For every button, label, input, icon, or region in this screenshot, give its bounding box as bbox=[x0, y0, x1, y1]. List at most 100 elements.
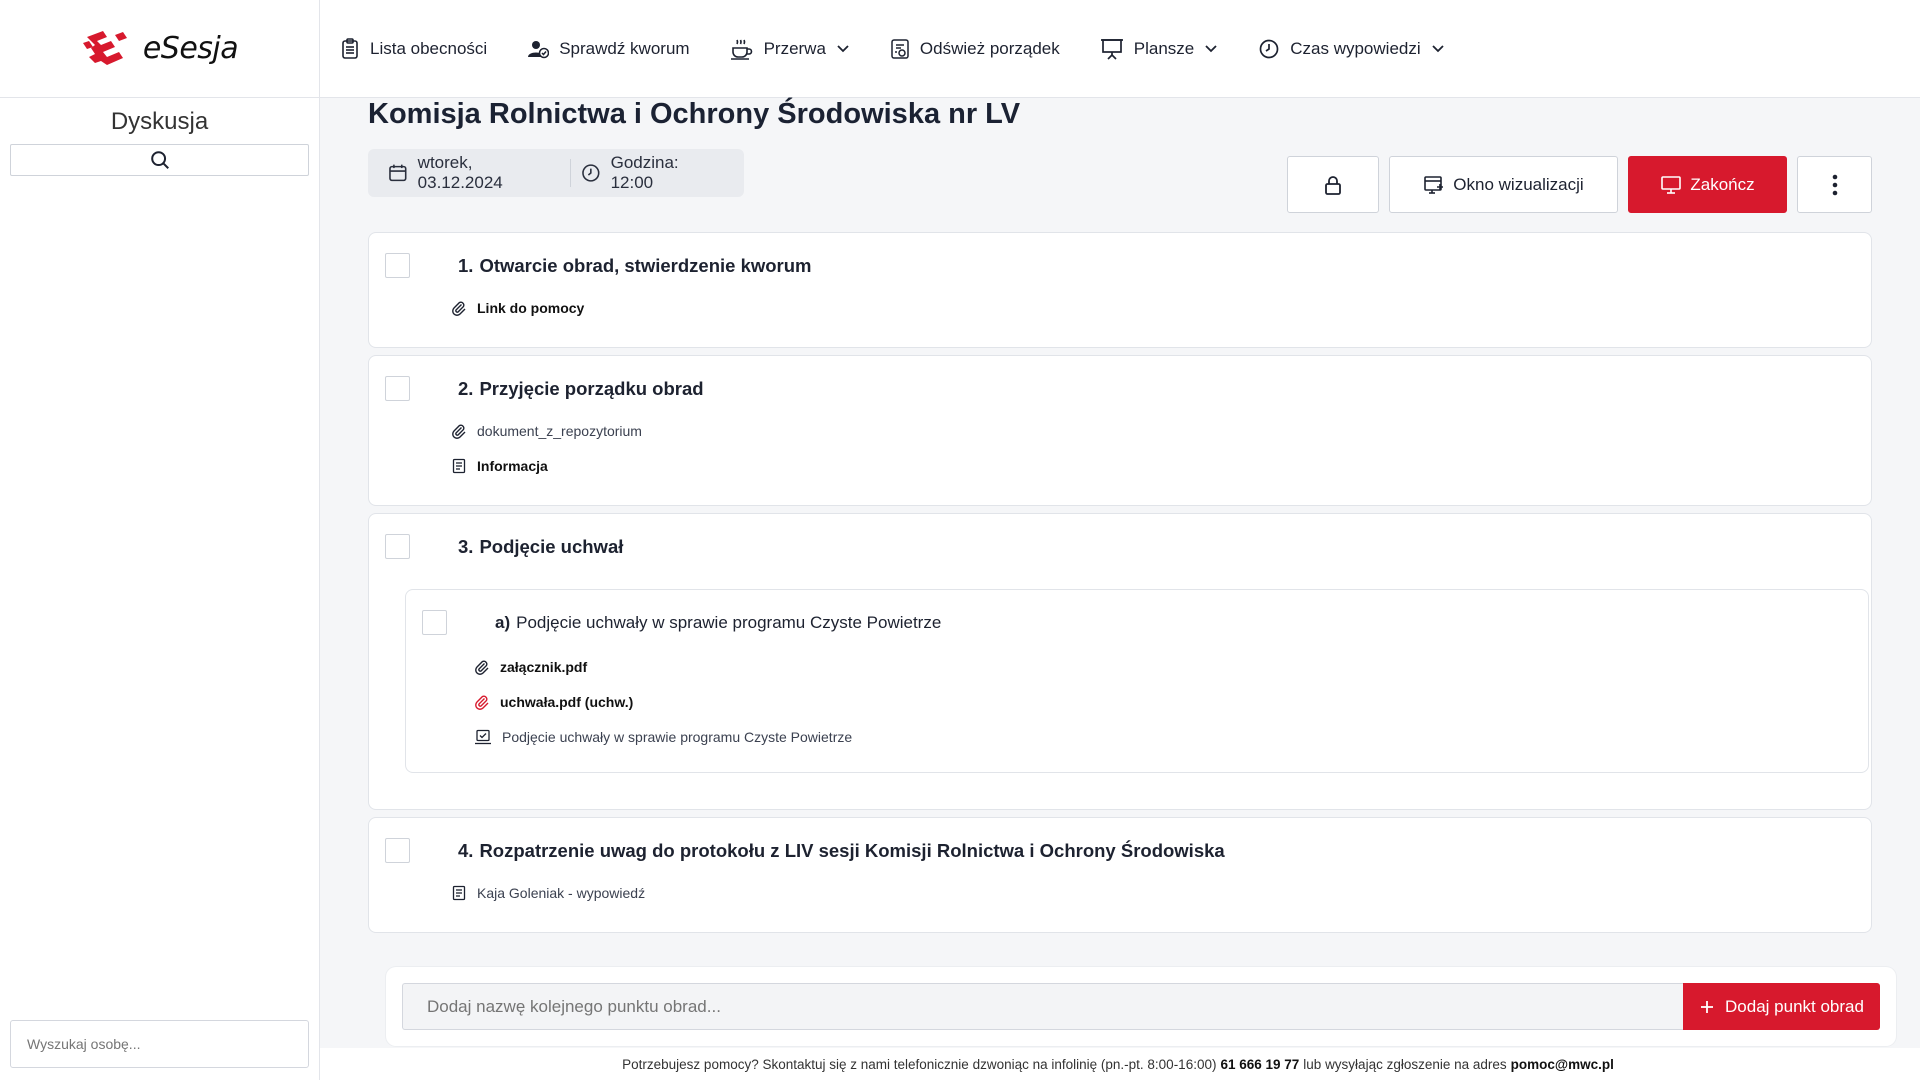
logo[interactable]: eSesja bbox=[81, 27, 239, 71]
attachment-label: załącznik.pdf bbox=[500, 658, 588, 675]
help-footer: Potrzebujesz pomocy? Skontaktuj się z na… bbox=[320, 1048, 1920, 1080]
agenda-item-checkbox[interactable] bbox=[385, 534, 410, 559]
agenda-item-title[interactable]: 2. Przyjęcie porządku obrad bbox=[458, 378, 704, 400]
attachment-label: Informacja bbox=[477, 457, 548, 474]
add-agenda-point-bar: Dodaj punkt obrad bbox=[386, 967, 1896, 1046]
agenda-sub-item: a) Podjęcie uchwały w sprawie programu Cz… bbox=[405, 589, 1869, 773]
attachment-link[interactable]: Informacja bbox=[451, 448, 1855, 483]
vote-link[interactable]: Podjęcie uchwały w sprawie programu Czys… bbox=[474, 719, 1852, 754]
attachment-link[interactable]: Link do pomocy bbox=[451, 290, 1855, 325]
attachment-link[interactable]: Kaja Goleniak - wypowiedź bbox=[451, 875, 1855, 910]
chevron-down-icon bbox=[1432, 44, 1444, 52]
agenda-item-title-text: Przyjęcie porządku obrad bbox=[479, 377, 704, 399]
monitor-icon bbox=[1661, 175, 1682, 194]
footer-text-middle: lub wysyłając zgłoszenie na adres bbox=[1303, 1056, 1507, 1072]
end-session-button[interactable]: Zakończ bbox=[1628, 156, 1787, 213]
paperclip-icon bbox=[475, 660, 489, 675]
paperclip-red-icon bbox=[475, 695, 489, 710]
session-date-text: wtorek, 03.12.2024 bbox=[417, 153, 503, 192]
agenda-sub-item-title-text: Podjęcie uchwały w sprawie programu Czys… bbox=[516, 612, 942, 632]
visualization-label: Okno wizualizacji bbox=[1453, 174, 1584, 194]
agenda-item-title[interactable]: 1. Otwarcie obrad, stwierdzenie kworum bbox=[458, 255, 812, 277]
clock-icon bbox=[1259, 39, 1279, 58]
nav-refresh-agenda[interactable]: Odśwież porządek bbox=[890, 38, 1060, 60]
paperclip-icon bbox=[452, 301, 466, 316]
agenda-item-number: 4. bbox=[458, 839, 474, 861]
plus-icon bbox=[1701, 1000, 1714, 1013]
agenda-item: 1. Otwarcie obrad, stwierdzenie kworum Li… bbox=[368, 232, 1872, 348]
attachment-label: uchwała.pdf (uchw.) bbox=[500, 693, 634, 710]
more-options-button[interactable] bbox=[1797, 156, 1872, 213]
logo-text: eSesja bbox=[142, 31, 239, 66]
nav-label: Czas wypowiedzi bbox=[1290, 38, 1421, 58]
vote-label: Podjęcie uchwały w sprawie programu Czys… bbox=[502, 728, 853, 745]
logo-mark-icon bbox=[82, 30, 127, 65]
clipboard-icon bbox=[342, 37, 358, 59]
main-content: Komisja Rolnictwa i Ochrony Środowiska n… bbox=[368, 98, 1872, 933]
nav-speaking-time[interactable]: Czas wypowiedzi bbox=[1258, 38, 1444, 60]
agenda-point-name-input[interactable] bbox=[402, 983, 1683, 1030]
footer-phone[interactable]: 61 666 19 77 bbox=[1220, 1057, 1299, 1072]
attachment-link[interactable]: załącznik.pdf bbox=[474, 649, 1852, 684]
agenda-item: 3. Podjęcie uchwał a) Podjęcie uchwały w s… bbox=[368, 513, 1872, 810]
agenda-item-checkbox[interactable] bbox=[385, 253, 410, 278]
footer-email[interactable]: pomoc@mwc.pl bbox=[1511, 1057, 1614, 1072]
agenda-sub-item-letter: a) bbox=[495, 612, 511, 632]
top-navigation: Lista obecności Sprawdź kworum Przerwa O… bbox=[320, 0, 1920, 98]
attachment-label: dokument_z_repozytorium bbox=[477, 422, 642, 439]
agenda-item-title[interactable]: 3. Podjęcie uchwał bbox=[458, 536, 623, 558]
agenda-item-checkbox[interactable] bbox=[385, 838, 410, 863]
refresh-list-icon bbox=[891, 38, 909, 59]
user-check-icon bbox=[528, 40, 550, 58]
nav-boards[interactable]: Plansze bbox=[1100, 38, 1218, 60]
agenda-item-title[interactable]: 4. Rozpatrzenie uwag do protokołu z LIV s… bbox=[458, 840, 1225, 862]
attachment-label: Kaja Goleniak - wypowiedź bbox=[477, 884, 646, 901]
nav-label: Lista obecności bbox=[370, 38, 488, 58]
chevron-down-icon bbox=[1205, 44, 1217, 52]
nav-label: Odśwież porządek bbox=[919, 38, 1060, 58]
visualization-window-button[interactable]: Okno wizualizacji bbox=[1389, 156, 1618, 213]
search-icon bbox=[150, 151, 169, 169]
paperclip-icon bbox=[452, 424, 466, 439]
attachment-link[interactable]: uchwała.pdf (uchw.) bbox=[474, 684, 1852, 719]
session-date: wtorek, 03.12.2024 bbox=[388, 153, 560, 193]
agenda-list: 1. Otwarcie obrad, stwierdzenie kworum Li… bbox=[368, 232, 1872, 933]
session-actions: Okno wizualizacji Zakończ bbox=[1287, 156, 1872, 213]
chevron-down-icon bbox=[837, 44, 849, 52]
attachment-link[interactable]: dokument_z_repozytorium bbox=[451, 413, 1855, 448]
add-agenda-point-button[interactable]: Dodaj punkt obrad bbox=[1683, 983, 1880, 1030]
nav-label: Plansze bbox=[1133, 38, 1195, 58]
agenda-item-number: 2. bbox=[458, 377, 474, 399]
agenda-item-checkbox[interactable] bbox=[385, 376, 410, 401]
nav-label: Sprawdź kworum bbox=[559, 38, 690, 58]
coffee-icon bbox=[730, 39, 752, 60]
agenda-item-number: 3. bbox=[458, 535, 474, 557]
person-search-input[interactable] bbox=[10, 1020, 309, 1068]
vote-icon bbox=[475, 729, 491, 744]
document-icon bbox=[452, 885, 466, 900]
nav-check-quorum[interactable]: Sprawdź kworum bbox=[527, 38, 690, 59]
nav-label: Przerwa bbox=[763, 38, 826, 58]
nav-break[interactable]: Przerwa bbox=[730, 38, 850, 60]
lock-button[interactable] bbox=[1287, 156, 1379, 213]
agenda-item: 2. Przyjęcie porządku obrad dokument_z_re… bbox=[368, 355, 1872, 506]
agenda-sub-item-checkbox[interactable] bbox=[422, 610, 447, 635]
lock-icon bbox=[1325, 175, 1341, 195]
more-vertical-icon bbox=[1832, 174, 1837, 195]
agenda-item-title-text: Rozpatrzenie uwag do protokołu z LIV ses… bbox=[479, 839, 1225, 861]
agenda-item-title-text: Otwarcie obrad, stwierdzenie kworum bbox=[479, 254, 812, 276]
nav-attendance-list[interactable]: Lista obecności bbox=[340, 37, 488, 60]
document-icon bbox=[452, 458, 466, 473]
logo-area: eSesja bbox=[0, 0, 319, 98]
calendar-icon bbox=[389, 164, 407, 182]
discussion-search-button[interactable] bbox=[10, 144, 309, 176]
agenda-item: 4. Rozpatrzenie uwag do protokołu z LIV s… bbox=[368, 817, 1872, 933]
sidebar-title: Dyskusja bbox=[110, 108, 209, 135]
agenda-sub-item-title[interactable]: a) Podjęcie uchwały w sprawie programu Cz… bbox=[495, 613, 941, 633]
divider bbox=[569, 159, 571, 187]
end-session-label: Zakończ bbox=[1690, 174, 1755, 194]
clock-icon bbox=[582, 164, 600, 182]
agenda-item-title-text: Podjęcie uchwał bbox=[479, 535, 624, 557]
session-time: Godzina: 12:00 bbox=[581, 153, 724, 193]
presentation-icon bbox=[1100, 38, 1123, 60]
